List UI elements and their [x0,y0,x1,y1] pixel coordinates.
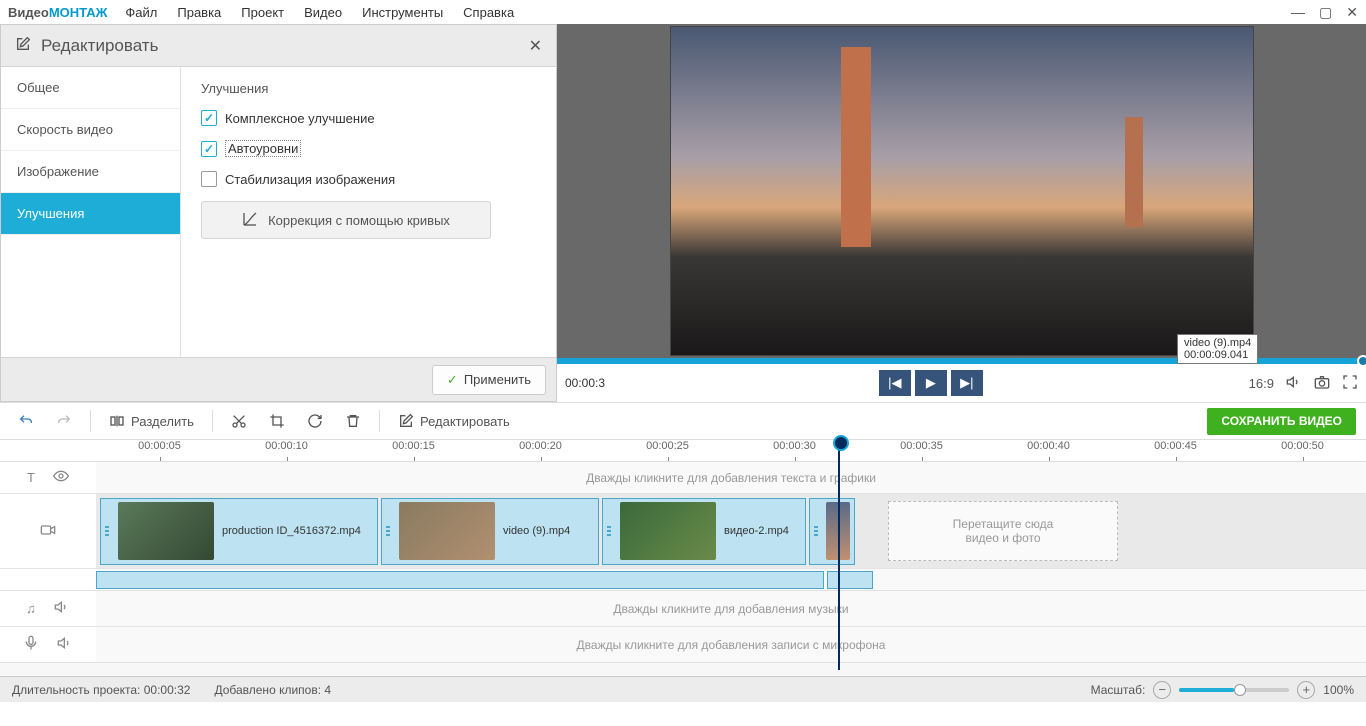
split-button[interactable]: Разделить [101,408,202,434]
video-track-body[interactable]: production ID_4516372.mp4 video (9).mp4 … [96,494,1366,568]
checkbox-icon [201,171,217,187]
effects-track [0,569,1366,591]
video-track: production ID_4516372.mp4 video (9).mp4 … [0,494,1366,569]
crop-button[interactable] [261,408,293,434]
zoom-in-button[interactable]: + [1297,681,1315,699]
playhead[interactable] [838,440,840,670]
mic-icon[interactable] [23,635,39,654]
video-icon[interactable] [40,522,56,541]
clip-3[interactable]: видео-2.mp4 [602,498,806,565]
text-track: T Дважды кликните для добавления текста … [0,462,1366,494]
edit-icon [15,36,31,55]
effects-track-body[interactable] [96,569,1366,590]
preview-area: video (9).mp4 00:00:09.041 00:00:3 |◀ ▶ … [557,24,1366,402]
current-time: 00:00:3 [565,376,605,390]
tab-image[interactable]: Изображение [1,151,180,193]
edit-panel: Редактировать ✕ Общее Скорость видео Изо… [0,24,557,402]
aspect-ratio-label[interactable]: 16:9 [1249,376,1274,391]
tab-general[interactable]: Общее [1,67,180,109]
checkbox-icon [201,141,217,157]
video-preview[interactable] [670,26,1254,356]
mic-volume-icon[interactable] [57,635,73,654]
audio-track: ♫ Дважды кликните для добавления музыки [0,591,1366,627]
zoom-slider[interactable] [1179,688,1289,692]
rotate-button[interactable] [299,408,331,434]
checkbox-complex-enhancement[interactable]: Комплексное улучшение [201,110,536,126]
redo-button[interactable] [48,408,80,434]
app-logo: ВидеоМОНТАЖ [8,5,107,20]
menu-file[interactable]: Файл [125,5,157,20]
play-button[interactable]: ▶ [915,370,947,396]
mic-track-body[interactable]: Дважды кликните для добавления записи с … [96,627,1366,662]
check-icon: ✓ [447,372,458,388]
music-icon[interactable]: ♫ [26,601,36,616]
checkbox-icon [201,110,217,126]
close-window-icon[interactable]: ✕ [1346,4,1358,21]
menu-help[interactable]: Справка [463,5,514,20]
apply-button[interactable]: ✓ Применить [432,365,546,395]
timeline-toolbar: Разделить Редактировать СОХРАНИТЬ ВИДЕО [0,402,1366,440]
clip-4[interactable] [809,498,855,565]
checkbox-stabilization[interactable]: Стабилизация изображения [201,171,536,187]
audio-track-body[interactable]: Дважды кликните для добавления музыки [96,591,1366,626]
clip-2[interactable]: video (9).mp4 [381,498,599,565]
volume-icon[interactable] [1286,374,1302,393]
zoom-out-button[interactable]: − [1153,681,1171,699]
panel-close-icon[interactable]: ✕ [529,36,542,56]
menu-edit[interactable]: Правка [177,5,221,20]
save-video-button[interactable]: СОХРАНИТЬ ВИДЕО [1207,408,1356,435]
delete-button[interactable] [337,408,369,434]
panel-header: Редактировать ✕ [1,25,556,67]
undo-button[interactable] [10,408,42,434]
tab-enhancements[interactable]: Улучшения [1,193,180,235]
curves-icon [242,211,258,230]
playhead-tooltip: video (9).mp4 00:00:09.041 [1177,334,1258,364]
text-icon[interactable]: T [27,470,35,485]
mic-track: Дважды кликните для добавления записи с … [0,627,1366,663]
menu-bar: ВидеоМОНТАЖ Файл Правка Проект Видео Инс… [0,0,1366,24]
cut-button[interactable] [223,408,255,434]
menu-video[interactable]: Видео [304,5,342,20]
maximize-icon[interactable]: ▢ [1319,4,1332,21]
timeline: 00:00:0500:00:10 00:00:1500:00:20 00:00:… [0,440,1366,676]
video-dropzone[interactable]: Перетащите сюда видео и фото [888,501,1118,561]
project-duration: Длительность проекта: 00:00:32 [12,683,190,697]
menu-tools[interactable]: Инструменты [362,5,443,20]
edit-clip-button[interactable]: Редактировать [390,408,518,434]
tab-speed[interactable]: Скорость видео [1,109,180,151]
clip-1[interactable]: production ID_4516372.mp4 [100,498,378,565]
zoom-value: 100% [1323,683,1354,697]
section-heading: Улучшения [201,81,536,96]
window-controls: — ▢ ✕ [1291,4,1358,21]
text-track-body[interactable]: Дважды кликните для добавления текста и … [96,462,1366,493]
timeline-ruler[interactable]: 00:00:0500:00:10 00:00:1500:00:20 00:00:… [0,440,1366,462]
panel-title: Редактировать [41,36,158,56]
visibility-icon[interactable] [53,468,69,487]
prev-frame-button[interactable]: |◀ [879,370,911,396]
fullscreen-icon[interactable] [1342,374,1358,393]
audio-volume-icon[interactable] [54,599,70,618]
minimize-icon[interactable]: — [1291,4,1305,21]
enhancements-settings: Улучшения Комплексное улучшение Автоуров… [181,67,556,357]
menu-project[interactable]: Проект [241,5,284,20]
status-bar: Длительность проекта: 00:00:32 Добавлено… [0,676,1366,702]
next-frame-button[interactable]: ▶| [951,370,983,396]
clips-count: Добавлено клипов: 4 [214,683,331,697]
checkbox-autolevels[interactable]: Автоуровни [201,140,536,157]
panel-tabs: Общее Скорость видео Изображение Улучшен… [1,67,181,357]
zoom-label: Масштаб: [1091,683,1146,697]
snapshot-icon[interactable] [1314,374,1330,393]
curves-correction-button[interactable]: Коррекция с помощью кривых [201,201,491,239]
